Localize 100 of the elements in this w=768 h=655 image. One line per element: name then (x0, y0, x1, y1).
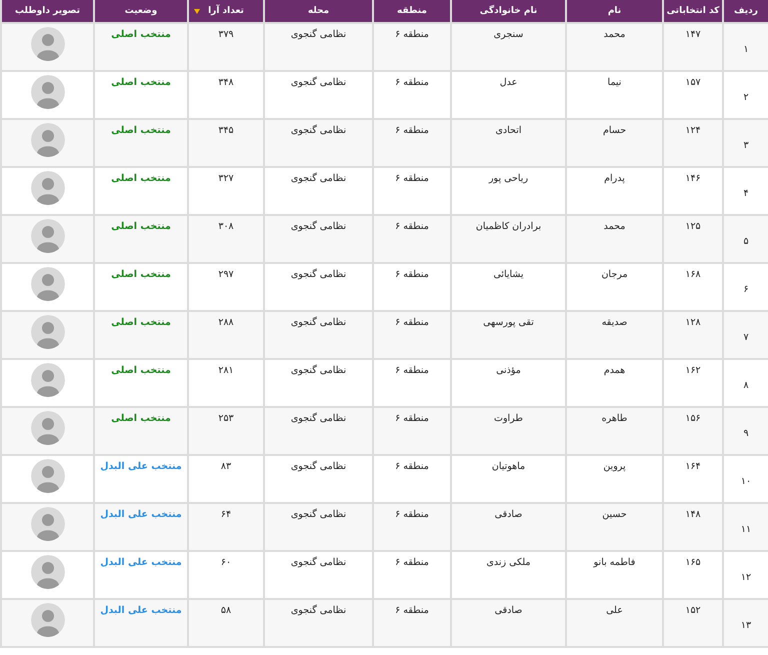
table-cell: ۱۵۲ (685, 605, 701, 616)
table-cell: نظامی گنجوی (290, 29, 346, 40)
sort-arrow-icon (194, 9, 200, 14)
avatar-placeholder (30, 411, 64, 445)
table-cell: اتحادی (496, 125, 522, 136)
column-header[interactable]: تعداد آرا (188, 0, 264, 23)
table-cell: نظامی گنجوی (290, 221, 346, 232)
table-cell: محمد (604, 221, 626, 232)
table-cell: منطقه ۶ (395, 77, 429, 88)
table-cell: ۱۵۷ (685, 77, 701, 88)
status-label: منتخب اصلی (111, 365, 171, 376)
table-cell: یشایائی (493, 269, 524, 280)
table-cell: همدم (604, 365, 626, 376)
table-cell: ۳۷۹ (218, 29, 234, 40)
table-cell: منطقه ۶ (395, 605, 429, 616)
column-header[interactable]: کد انتخاباتی (663, 0, 723, 23)
status-label: منتخب اصلی (111, 221, 171, 232)
table-cell: ۲۸۸ (218, 317, 234, 328)
table-cell: عدل (500, 77, 518, 88)
row-number: ۷ (743, 332, 749, 343)
table-cell: ملکی زندی (486, 557, 531, 568)
table-cell: ۱۴۸ (685, 509, 701, 520)
table-cell: ریاحی پور (488, 173, 528, 184)
table-cell: علی (606, 605, 623, 616)
table-cell: نظامی گنجوی (290, 173, 346, 184)
table-cell: پروین (603, 461, 626, 472)
table-cell: منطقه ۶ (395, 125, 429, 136)
status-label: منتخب اصلی (111, 77, 171, 88)
table-cell: ۳۲۷ (218, 173, 234, 184)
table-cell: مرجان (601, 269, 628, 280)
row-number: ۲ (743, 92, 749, 103)
table-cell: ۱۲۵ (685, 221, 701, 232)
column-header[interactable]: محله (264, 0, 373, 23)
table-cell: صادقی (494, 509, 522, 520)
table-cell: طاهره (602, 413, 628, 424)
column-header[interactable]: نام (566, 0, 663, 23)
avatar-placeholder (30, 267, 64, 301)
table-cell: نظامی گنجوی (290, 413, 346, 424)
avatar-placeholder (30, 171, 64, 205)
column-header[interactable]: ردیف (723, 0, 768, 23)
avatar-placeholder (30, 219, 64, 253)
table-cell: ۲۹۷ (218, 269, 234, 280)
row-number: ۳ (743, 140, 749, 151)
table-cell: ۱۵۶ (685, 413, 701, 424)
row-number: ۶ (743, 284, 749, 295)
row-number: ۹ (743, 428, 749, 439)
table-cell: منطقه ۶ (395, 317, 429, 328)
table-cell: ۵۸ (220, 605, 232, 616)
status-label: منتخب علی البدل (100, 605, 182, 616)
row-number: ۱ (743, 44, 749, 55)
table-cell: حسام (602, 125, 626, 136)
avatar-placeholder (30, 603, 64, 637)
status-label: منتخب اصلی (111, 269, 171, 280)
table-cell: صدیقه (602, 317, 628, 328)
table-cell: ۱۶۵ (685, 557, 701, 568)
table-cell: منطقه ۶ (395, 29, 429, 40)
status-label: منتخب علی البدل (100, 557, 182, 568)
table-cell: ۱۶۴ (685, 461, 701, 472)
table-cell: محمد (604, 29, 626, 40)
table-cell: تقی پورسهی (483, 317, 534, 328)
table-cell: ۱۴۶ (685, 173, 701, 184)
avatar-placeholder (30, 459, 64, 493)
status-label: منتخب اصلی (111, 413, 171, 424)
table-cell: منطقه ۶ (395, 365, 429, 376)
table-cell: نظامی گنجوی (290, 125, 346, 136)
table-cell: منطقه ۶ (395, 413, 429, 424)
row-number: ۱۲ (740, 572, 752, 583)
table-cell: منطقه ۶ (395, 461, 429, 472)
table-cell: نظامی گنجوی (290, 317, 346, 328)
column-header[interactable]: منطقه (373, 0, 451, 23)
status-label: منتخب علی البدل (100, 509, 182, 520)
table-cell: ماهوتیان (492, 461, 526, 472)
table-cell: صادقی (494, 605, 522, 616)
table-cell: نظامی گنجوی (290, 269, 346, 280)
status-label: منتخب علی البدل (100, 461, 182, 472)
table-cell: ۳۴۸ (218, 77, 234, 88)
table-cell: نظامی گنجوی (290, 77, 346, 88)
table-cell: ۱۶۲ (685, 365, 701, 376)
column-header[interactable]: نام خانوادگی (451, 0, 566, 23)
table-cell: ۳۰۸ (218, 221, 234, 232)
table-cell: نظامی گنجوی (290, 509, 346, 520)
table-cell: ۶۰ (220, 557, 232, 568)
table-cell: منطقه ۶ (395, 269, 429, 280)
avatar-placeholder (30, 363, 64, 397)
column-header[interactable]: تصویر داوطلب (1, 0, 94, 23)
avatar-placeholder (30, 123, 64, 157)
row-number: ۱۰ (740, 476, 752, 487)
status-label: منتخب اصلی (111, 173, 171, 184)
table-cell: ۸۳ (220, 461, 232, 472)
table-cell: منطقه ۶ (395, 173, 429, 184)
table-cell: منطقه ۶ (395, 557, 429, 568)
status-label: منتخب اصلی (111, 125, 171, 136)
table-cell: منطقه ۶ (395, 509, 429, 520)
row-number: ۱۳ (740, 620, 752, 631)
table-cell: ۱۲۸ (685, 317, 701, 328)
row-number: ۸ (743, 380, 749, 391)
table-cell: ۱۶۸ (685, 269, 701, 280)
table-cell: نیما (608, 77, 622, 88)
column-header[interactable]: وضعیت (94, 0, 188, 23)
table-cell: منطقه ۶ (395, 221, 429, 232)
